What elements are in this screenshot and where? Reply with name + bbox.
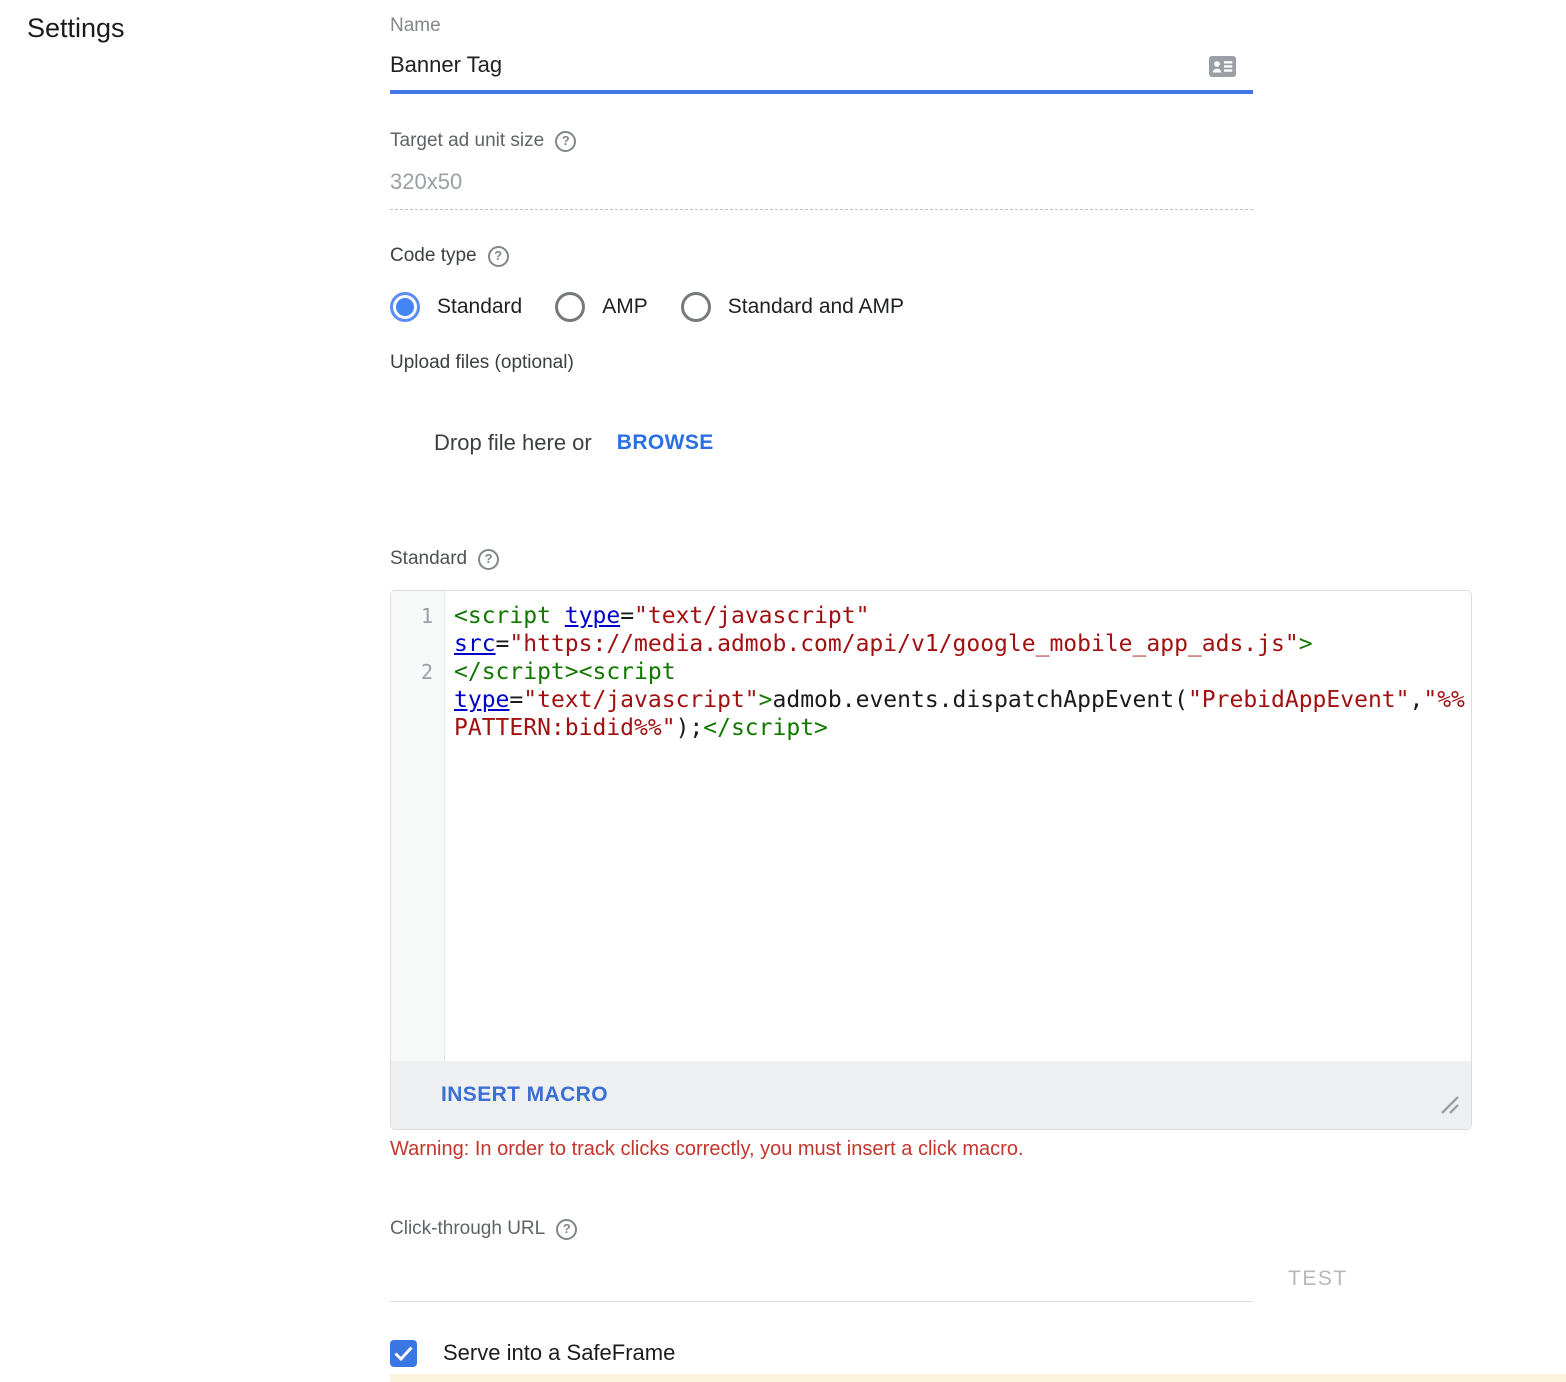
help-icon[interactable]: ? [556,1219,577,1240]
standard-label-row: Standard ? [390,548,1566,570]
safeframe-row: Serve into a SafeFrame [390,1338,1566,1368]
checkmark-icon [394,1346,413,1361]
code-type-radio-group: Standard AMP Standard and AMP [390,292,1566,322]
notice-bar [390,1374,1566,1382]
drop-text: Drop file here or [434,430,592,456]
insert-macro-button[interactable]: INSERT MACRO [441,1083,608,1107]
line-number: 1 [391,602,445,658]
test-button[interactable]: TEST [1288,1267,1348,1291]
upload-label: Upload files (optional) [390,352,1566,374]
radio-unselected-icon[interactable] [681,292,711,322]
click-through-input[interactable] [390,1269,1253,1295]
safeframe-label: Serve into a SafeFrame [443,1340,675,1366]
click-through-label-row: Click-through URL ? [390,1218,1566,1240]
radio-label: Standard and AMP [728,295,904,319]
click-through-field: TEST [390,1240,1253,1302]
target-size-label-row: Target ad unit size ? [390,130,1566,152]
file-drop-zone[interactable]: Drop file here or BROWSE [390,429,1566,457]
warning-text: Warning: In order to track clicks correc… [390,1137,1566,1161]
name-label: Name [390,15,1566,37]
code-lines: 1<script type="text/javascript" src="htt… [391,602,1471,742]
click-through-label: Click-through URL [390,1218,545,1240]
code-editor: 1<script type="text/javascript" src="htt… [390,590,1472,1130]
radio-unselected-icon[interactable] [555,292,585,322]
radio-selected-icon[interactable] [390,292,420,322]
contact-card-icon [1209,56,1236,82]
help-icon[interactable]: ? [478,549,499,570]
page-title: Settings [27,13,125,44]
radio-option-amp[interactable]: AMP [555,292,648,322]
resize-handle-icon[interactable] [1438,1093,1460,1120]
radio-label: AMP [602,295,648,319]
code-type-label-row: Code type ? [390,245,1566,267]
name-field [390,50,1253,94]
code-line: 2</script><script type="text/javascript"… [391,658,1471,742]
help-icon[interactable]: ? [555,131,576,152]
standard-label: Standard [390,548,467,570]
radio-option-standard-and-amp[interactable]: Standard and AMP [681,292,904,322]
code-text: </script><script type="text/javascript">… [445,658,1471,742]
name-input[interactable] [390,50,1253,94]
browse-button[interactable]: BROWSE [617,431,714,455]
radio-option-standard[interactable]: Standard [390,292,522,322]
help-icon[interactable]: ? [488,246,509,267]
target-size-label: Target ad unit size [390,130,544,152]
settings-form: Name Target ad unit size ? 320x50 Code t… [390,0,1566,1382]
target-size-value: 320x50 [390,170,1253,210]
code-text: <script type="text/javascript" src="http… [445,602,1471,658]
code-editor-footer: INSERT MACRO [391,1061,1471,1129]
safeframe-checkbox[interactable] [390,1340,417,1367]
code-line: 1<script type="text/javascript" src="htt… [391,602,1471,658]
radio-label: Standard [437,295,522,319]
code-editor-textarea[interactable]: 1<script type="text/javascript" src="htt… [391,591,1471,1061]
code-type-label: Code type [390,245,477,267]
line-number: 2 [391,658,445,742]
